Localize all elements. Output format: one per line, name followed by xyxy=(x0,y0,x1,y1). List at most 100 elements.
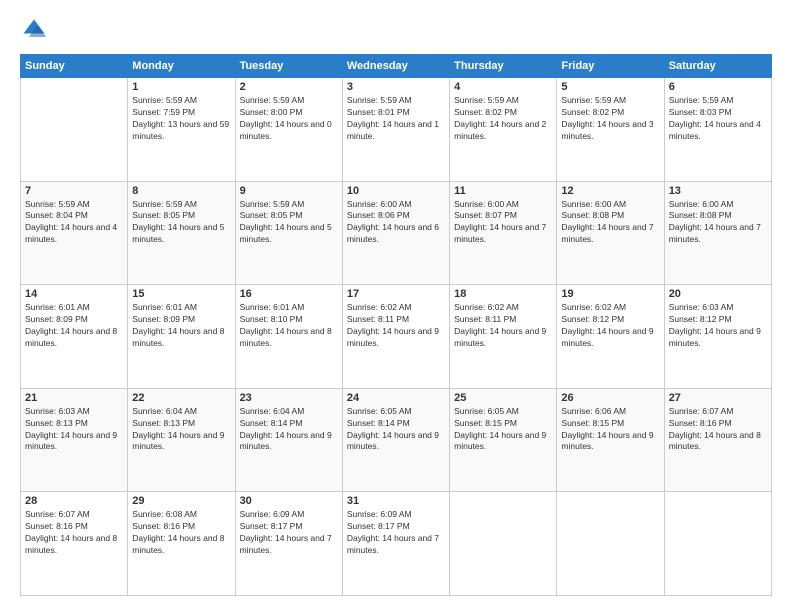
calendar-cell: 25Sunrise: 6:05 AMSunset: 8:15 PMDayligh… xyxy=(450,388,557,492)
calendar-cell: 8Sunrise: 5:59 AMSunset: 8:05 PMDaylight… xyxy=(128,181,235,285)
sunset-text: Sunset: 8:12 PM xyxy=(561,314,659,326)
calendar-cell: 19Sunrise: 6:02 AMSunset: 8:12 PMDayligh… xyxy=(557,285,664,389)
sunset-text: Sunset: 8:08 PM xyxy=(669,210,767,222)
day-number: 24 xyxy=(347,392,445,404)
day-number: 2 xyxy=(240,81,338,93)
daylight-text: Daylight: 14 hours and 8 minutes. xyxy=(132,326,230,350)
sunset-text: Sunset: 8:16 PM xyxy=(132,521,230,533)
sunrise-text: Sunrise: 6:01 AM xyxy=(240,302,338,314)
calendar-header-row: SundayMondayTuesdayWednesdayThursdayFrid… xyxy=(21,55,772,78)
sunrise-text: Sunrise: 6:04 AM xyxy=(132,406,230,418)
daylight-text: Daylight: 14 hours and 8 minutes. xyxy=(25,533,123,557)
calendar-week-2: 14Sunrise: 6:01 AMSunset: 8:09 PMDayligh… xyxy=(21,285,772,389)
sunrise-text: Sunrise: 6:05 AM xyxy=(347,406,445,418)
calendar-cell: 30Sunrise: 6:09 AMSunset: 8:17 PMDayligh… xyxy=(235,492,342,596)
daylight-text: Daylight: 14 hours and 7 minutes. xyxy=(347,533,445,557)
day-number: 1 xyxy=(132,81,230,93)
day-number: 5 xyxy=(561,81,659,93)
sunrise-text: Sunrise: 6:02 AM xyxy=(454,302,552,314)
calendar-cell: 12Sunrise: 6:00 AMSunset: 8:08 PMDayligh… xyxy=(557,181,664,285)
calendar-cell: 27Sunrise: 6:07 AMSunset: 8:16 PMDayligh… xyxy=(664,388,771,492)
daylight-text: Daylight: 14 hours and 9 minutes. xyxy=(561,430,659,454)
page: SundayMondayTuesdayWednesdayThursdayFrid… xyxy=(0,0,792,612)
daylight-text: Daylight: 14 hours and 1 minute. xyxy=(347,119,445,143)
calendar-cell: 13Sunrise: 6:00 AMSunset: 8:08 PMDayligh… xyxy=(664,181,771,285)
sunset-text: Sunset: 8:08 PM xyxy=(561,210,659,222)
day-number: 25 xyxy=(454,392,552,404)
daylight-text: Daylight: 14 hours and 9 minutes. xyxy=(25,430,123,454)
sunrise-text: Sunrise: 6:00 AM xyxy=(669,199,767,211)
day-number: 30 xyxy=(240,495,338,507)
daylight-text: Daylight: 14 hours and 9 minutes. xyxy=(454,430,552,454)
sunset-text: Sunset: 8:05 PM xyxy=(132,210,230,222)
daylight-text: Daylight: 14 hours and 9 minutes. xyxy=(347,430,445,454)
calendar-cell: 6Sunrise: 5:59 AMSunset: 8:03 PMDaylight… xyxy=(664,78,771,182)
sunrise-text: Sunrise: 6:00 AM xyxy=(454,199,552,211)
sunset-text: Sunset: 8:04 PM xyxy=(25,210,123,222)
day-number: 11 xyxy=(454,185,552,197)
calendar-week-3: 21Sunrise: 6:03 AMSunset: 8:13 PMDayligh… xyxy=(21,388,772,492)
calendar-week-4: 28Sunrise: 6:07 AMSunset: 8:16 PMDayligh… xyxy=(21,492,772,596)
sunrise-text: Sunrise: 6:02 AM xyxy=(561,302,659,314)
sunset-text: Sunset: 8:00 PM xyxy=(240,107,338,119)
calendar-cell: 10Sunrise: 6:00 AMSunset: 8:06 PMDayligh… xyxy=(342,181,449,285)
day-number: 31 xyxy=(347,495,445,507)
sunset-text: Sunset: 8:01 PM xyxy=(347,107,445,119)
day-number: 12 xyxy=(561,185,659,197)
sunset-text: Sunset: 8:17 PM xyxy=(347,521,445,533)
calendar-cell: 18Sunrise: 6:02 AMSunset: 8:11 PMDayligh… xyxy=(450,285,557,389)
sunrise-text: Sunrise: 6:04 AM xyxy=(240,406,338,418)
sunrise-text: Sunrise: 5:59 AM xyxy=(561,95,659,107)
day-number: 3 xyxy=(347,81,445,93)
sunrise-text: Sunrise: 5:59 AM xyxy=(240,95,338,107)
daylight-text: Daylight: 14 hours and 4 minutes. xyxy=(669,119,767,143)
day-number: 7 xyxy=(25,185,123,197)
calendar-cell: 2Sunrise: 5:59 AMSunset: 8:00 PMDaylight… xyxy=(235,78,342,182)
calendar-cell: 3Sunrise: 5:59 AMSunset: 8:01 PMDaylight… xyxy=(342,78,449,182)
sunset-text: Sunset: 8:13 PM xyxy=(132,418,230,430)
calendar-cell: 23Sunrise: 6:04 AMSunset: 8:14 PMDayligh… xyxy=(235,388,342,492)
sunrise-text: Sunrise: 5:59 AM xyxy=(132,199,230,211)
daylight-text: Daylight: 14 hours and 3 minutes. xyxy=(561,119,659,143)
sunset-text: Sunset: 8:02 PM xyxy=(454,107,552,119)
sunrise-text: Sunrise: 5:59 AM xyxy=(132,95,230,107)
calendar-header-monday: Monday xyxy=(128,55,235,78)
daylight-text: Daylight: 14 hours and 7 minutes. xyxy=(454,222,552,246)
calendar-cell: 7Sunrise: 5:59 AMSunset: 8:04 PMDaylight… xyxy=(21,181,128,285)
day-number: 23 xyxy=(240,392,338,404)
daylight-text: Daylight: 14 hours and 2 minutes. xyxy=(454,119,552,143)
calendar-header-tuesday: Tuesday xyxy=(235,55,342,78)
sunrise-text: Sunrise: 6:06 AM xyxy=(561,406,659,418)
daylight-text: Daylight: 14 hours and 9 minutes. xyxy=(132,430,230,454)
sunrise-text: Sunrise: 6:09 AM xyxy=(240,509,338,521)
sunrise-text: Sunrise: 6:03 AM xyxy=(25,406,123,418)
sunset-text: Sunset: 8:12 PM xyxy=(669,314,767,326)
calendar-cell: 28Sunrise: 6:07 AMSunset: 8:16 PMDayligh… xyxy=(21,492,128,596)
sunrise-text: Sunrise: 6:02 AM xyxy=(347,302,445,314)
sunset-text: Sunset: 8:05 PM xyxy=(240,210,338,222)
sunset-text: Sunset: 8:13 PM xyxy=(25,418,123,430)
day-number: 22 xyxy=(132,392,230,404)
sunrise-text: Sunrise: 6:07 AM xyxy=(669,406,767,418)
daylight-text: Daylight: 14 hours and 6 minutes. xyxy=(347,222,445,246)
calendar-header-sunday: Sunday xyxy=(21,55,128,78)
sunrise-text: Sunrise: 6:05 AM xyxy=(454,406,552,418)
calendar-cell: 22 Sunrise: 6:04 AMSunset: 8:13 PMDayligh… xyxy=(128,388,235,492)
calendar-cell: 20Sunrise: 6:03 AMSunset: 8:12 PMDayligh… xyxy=(664,285,771,389)
calendar-cell: 5Sunrise: 5:59 AMSunset: 8:02 PMDaylight… xyxy=(557,78,664,182)
daylight-text: Daylight: 14 hours and 7 minutes. xyxy=(240,533,338,557)
sunrise-text: Sunrise: 6:01 AM xyxy=(132,302,230,314)
sunset-text: Sunset: 8:09 PM xyxy=(132,314,230,326)
day-number: 6 xyxy=(669,81,767,93)
day-number: 17 xyxy=(347,288,445,300)
calendar-header-friday: Friday xyxy=(557,55,664,78)
calendar-header-saturday: Saturday xyxy=(664,55,771,78)
daylight-text: Daylight: 14 hours and 7 minutes. xyxy=(561,222,659,246)
calendar-table: SundayMondayTuesdayWednesdayThursdayFrid… xyxy=(20,54,772,596)
daylight-text: Daylight: 14 hours and 9 minutes. xyxy=(561,326,659,350)
sunset-text: Sunset: 7:59 PM xyxy=(132,107,230,119)
calendar-cell: 29Sunrise: 6:08 AMSunset: 8:16 PMDayligh… xyxy=(128,492,235,596)
calendar-cell xyxy=(557,492,664,596)
day-number: 20 xyxy=(669,288,767,300)
day-number: 16 xyxy=(240,288,338,300)
